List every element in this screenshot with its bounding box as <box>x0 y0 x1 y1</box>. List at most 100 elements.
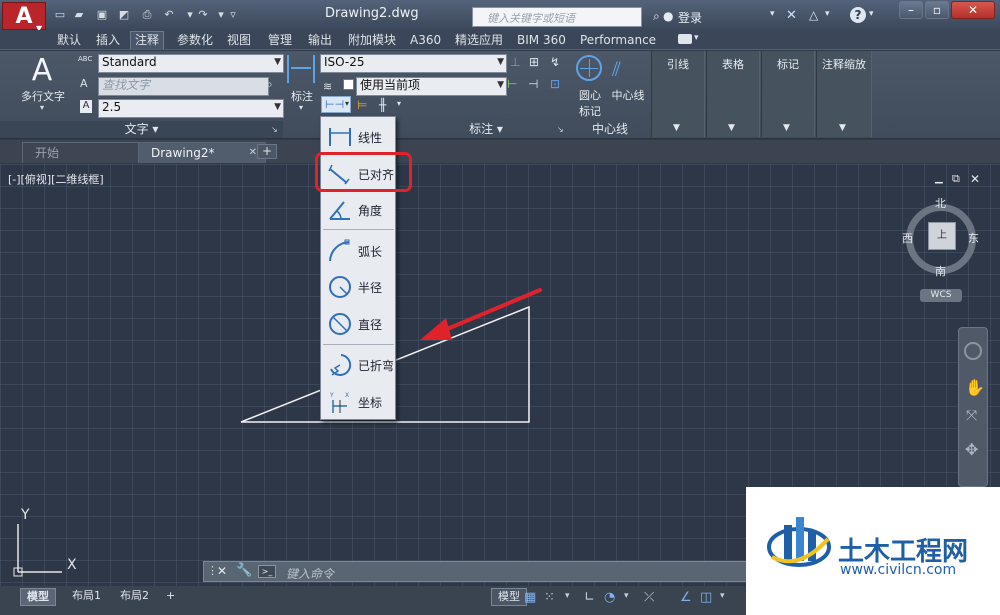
markup-dropdown-icon[interactable]: ▼ <box>783 123 790 133</box>
command-input[interactable]: 键入命令 <box>286 565 334 582</box>
find-text-input[interactable]: 查找文字 <box>98 77 269 96</box>
redo-dropdown-icon[interactable]: ▾ <box>214 9 228 21</box>
login-dropdown-icon[interactable]: ▾ <box>770 9 775 19</box>
close-tab-icon[interactable]: ✕ <box>249 143 257 163</box>
isodraft-icon[interactable]: ⤫ <box>644 590 654 605</box>
menu-item-linear[interactable]: 线性 <box>322 120 395 154</box>
orbit-icon[interactable]: ✥ <box>965 440 978 459</box>
update-icon[interactable]: ⊣ <box>528 77 538 91</box>
command-settings-icon[interactable]: 🔧 <box>236 563 252 578</box>
snap-icon[interactable]: ⁙ <box>544 590 555 605</box>
multiline-text-icon[interactable]: A <box>28 53 56 89</box>
viewcube-west[interactable]: 西 <box>902 230 913 246</box>
viewcube-north[interactable]: 北 <box>935 195 946 211</box>
text-settings-arrow-icon[interactable]: ↘ <box>271 125 278 134</box>
multiline-text-label[interactable]: 多行文字 <box>20 88 66 104</box>
multiline-text-dropdown-icon[interactable]: ▾ <box>40 103 44 112</box>
dimension-settings-arrow-icon[interactable]: ↘ <box>557 125 564 134</box>
exchange-icon[interactable]: ✕ <box>786 8 797 23</box>
model-space-toggle[interactable]: 模型 <box>491 588 527 606</box>
tab-bim360[interactable]: BIM 360 <box>517 32 566 49</box>
keyword-search-input[interactable]: 键入关键字或短语 <box>472 7 642 27</box>
customize-qat-icon[interactable]: ▿ <box>228 9 238 21</box>
a360-icon[interactable]: △ <box>809 8 818 22</box>
tab-featured-apps[interactable]: 精选应用 <box>455 32 503 49</box>
viewport-close-icon[interactable]: ✕ <box>970 172 980 186</box>
snap-dropdown-icon[interactable]: ▾ <box>565 591 570 601</box>
menu-item-angular[interactable]: 角度 <box>322 193 395 227</box>
markup-group[interactable]: 标记 ▼ <box>761 51 815 137</box>
dimension-group-title[interactable]: 标注 ▾ <box>400 121 572 138</box>
redo-icon[interactable]: ↷ <box>196 9 210 21</box>
annotation-scale-group[interactable]: 注释缩放 ▼ <box>816 51 872 137</box>
inspect-icon[interactable]: ↯ <box>550 55 560 69</box>
snap-tracking-icon[interactable]: ◫ <box>700 590 712 605</box>
tab-insert[interactable]: 插入 <box>96 32 120 49</box>
grid-icon[interactable]: ▦ <box>524 590 536 605</box>
continue-dimension-icon[interactable]: ╫ <box>379 98 386 112</box>
recent-commands-icon[interactable]: >_ <box>258 565 276 578</box>
dimension-dropdown-icon[interactable]: ▾ <box>299 103 303 112</box>
centerline-label[interactable]: 中心线 <box>608 87 648 103</box>
pan-hand-icon[interactable]: ✋ <box>965 378 985 397</box>
save-icon[interactable]: ▣ <box>95 9 109 21</box>
viewport-restore-icon[interactable]: ⧉ <box>952 172 960 186</box>
leader-dropdown-icon[interactable]: ▼ <box>673 123 680 133</box>
polar-icon[interactable]: ◔ <box>604 590 615 605</box>
tab-addins[interactable]: 附加模块 <box>348 32 396 49</box>
reassociate-icon[interactable]: ⊡ <box>550 77 560 91</box>
annotation-scale-dropdown-icon[interactable]: ▼ <box>839 123 846 133</box>
minimize-icon[interactable]: – <box>899 1 923 19</box>
user-icon[interactable]: ● <box>663 9 673 23</box>
tab-annotate[interactable]: 注释 <box>130 31 165 49</box>
text-style-select[interactable]: Standard ▼ <box>98 54 284 73</box>
viewcube-south[interactable]: 南 <box>935 263 946 279</box>
polar-dropdown-icon[interactable]: ▾ <box>624 591 629 601</box>
menu-item-diameter[interactable]: 直径 <box>322 307 395 341</box>
centerline-icon[interactable]: ⫽ <box>612 57 642 81</box>
layout2-tab[interactable]: 布局2 <box>114 588 155 604</box>
tab-parametric[interactable]: 参数化 <box>177 32 213 49</box>
menu-item-jogged[interactable]: 已折弯 <box>322 348 395 382</box>
ribbon-options-dropdown-icon[interactable]: ▾ <box>694 33 699 43</box>
menu-item-radius[interactable]: 半径 <box>322 270 395 304</box>
tab-manage[interactable]: 管理 <box>268 32 292 49</box>
ribbon-minimize-icon[interactable] <box>678 34 692 44</box>
table-dropdown-icon[interactable]: ▼ <box>728 123 735 133</box>
viewcube-east[interactable]: 东 <box>968 230 979 246</box>
dim-space-icon[interactable]: ⊥ <box>510 55 520 69</box>
command-close-icon[interactable]: ✕ <box>217 564 227 578</box>
text-group-title[interactable]: 文字 ▾ <box>0 121 283 138</box>
steering-wheel-icon[interactable] <box>964 342 982 360</box>
dimension-label[interactable]: 标注 <box>288 88 316 104</box>
model-layout-tab[interactable]: 模型 <box>20 588 56 606</box>
menu-item-arc-length[interactable]: 弧长 <box>322 234 395 268</box>
linear-dimension-split-button[interactable]: ⊢⊣ ▾ <box>321 96 351 113</box>
login-button[interactable]: 登录 <box>678 9 702 26</box>
application-menu-button[interactable]: A ▼ <box>2 2 46 33</box>
wcs-menu[interactable]: WCS <box>920 289 962 302</box>
ortho-icon[interactable]: ∟ <box>584 590 595 605</box>
tab-default[interactable]: 默认 <box>57 32 81 49</box>
start-tab[interactable]: 开始 <box>22 142 149 163</box>
dim-break-icon[interactable]: ⊞ <box>529 55 539 69</box>
viewport-minimize-icon[interactable]: ▁ <box>935 173 943 184</box>
drawing2-tab[interactable]: Drawing2* ✕ <box>138 142 266 163</box>
help-dropdown-icon[interactable]: ▾ <box>869 9 874 19</box>
undo-icon[interactable]: ↶ <box>162 9 176 21</box>
text-height-select[interactable]: 2.5 ▼ <box>98 99 284 118</box>
new-tab-button[interactable]: + <box>257 144 277 159</box>
open-icon[interactable]: ▰ <box>72 9 86 21</box>
dimension-icon[interactable] <box>287 55 315 83</box>
tab-performance[interactable]: Performance <box>580 32 656 49</box>
close-icon[interactable]: ✕ <box>951 1 995 19</box>
saveas-icon[interactable]: ◩ <box>117 9 131 21</box>
maximize-icon[interactable]: ▫ <box>925 1 949 19</box>
binoculars-icon[interactable]: ⌕ <box>653 9 660 24</box>
jogged-linear-icon[interactable]: ⊢ <box>507 77 517 91</box>
viewcube-face[interactable]: 上 <box>928 222 956 250</box>
print-icon[interactable]: ⎙ <box>140 9 154 21</box>
find-replace-icon[interactable]: ⌕ <box>266 77 273 92</box>
dimension-style-select[interactable]: ISO-25 ▼ <box>320 54 507 73</box>
help-icon[interactable]: ? <box>850 7 866 23</box>
